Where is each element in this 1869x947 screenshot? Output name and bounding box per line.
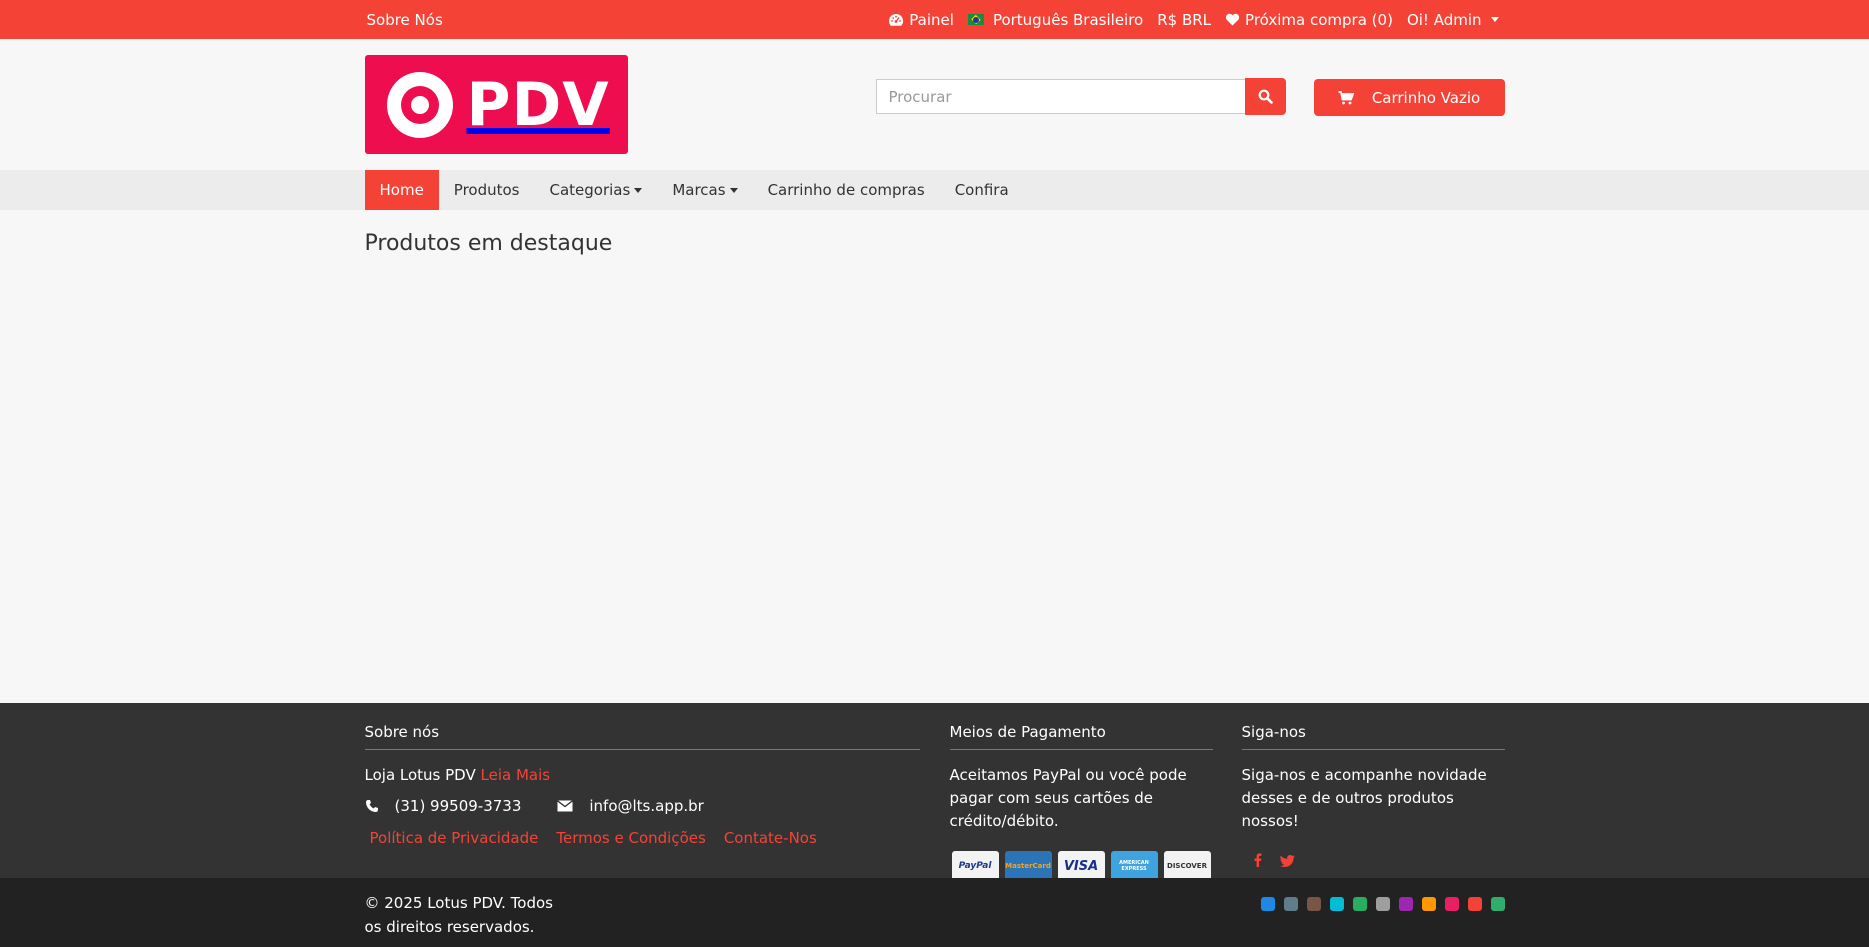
mastercard-card-icon: MasterCard xyxy=(1004,851,1052,881)
color-swatch[interactable] xyxy=(1490,897,1505,911)
shopping-cart-icon xyxy=(1338,90,1354,104)
search-input[interactable] xyxy=(875,79,1245,114)
twitter-link[interactable] xyxy=(1279,853,1295,871)
search-button[interactable] xyxy=(1244,78,1286,115)
language-label: Português Brasileiro xyxy=(992,10,1144,29)
user-label: Oi! Admin xyxy=(1406,10,1482,29)
color-swatch[interactable] xyxy=(1283,897,1298,911)
facebook-link[interactable] xyxy=(1254,853,1262,871)
color-swatch[interactable] xyxy=(1375,897,1390,911)
main-nav: Home Produtos Categorias Marcas Carrinho… xyxy=(0,170,1869,210)
footer-about-section: Sobre nós Loja Lotus PDV Leia Mais (31) … xyxy=(364,723,920,847)
cart-label: Carrinho Vazio xyxy=(1371,88,1481,107)
panel-link[interactable]: Painel xyxy=(888,11,954,29)
amex-card-icon: AMERICAN EXPRESS xyxy=(1110,851,1158,881)
discover-card-icon: DISCOVER xyxy=(1163,851,1211,881)
footer-store-text: Loja Lotus PDV Leia Mais xyxy=(365,764,920,787)
main-content: Produtos em destaque xyxy=(0,210,1869,703)
nav-item-label: Produtos xyxy=(453,181,520,199)
phone-number: (31) 99509-3733 xyxy=(394,797,522,815)
contact-us-link[interactable]: Contate-Nos xyxy=(724,829,817,847)
chevron-down-icon xyxy=(729,187,738,193)
nav-item-products[interactable]: Produtos xyxy=(439,170,535,210)
search-form xyxy=(875,78,1286,115)
language-selector[interactable]: Português Brasileiro xyxy=(967,10,1144,29)
store-name: Loja Lotus PDV xyxy=(364,766,476,784)
brazil-flag-icon xyxy=(967,14,984,25)
facebook-icon xyxy=(1254,853,1261,867)
currency-label: R$ BRL xyxy=(1157,10,1212,29)
lotus-logo-icon xyxy=(386,71,453,138)
color-swatch[interactable] xyxy=(1444,897,1459,911)
twitter-icon xyxy=(1279,855,1295,867)
chevron-down-icon xyxy=(1490,17,1499,22)
contact-info: (31) 99509-3733 info@lts.app.br xyxy=(365,797,920,815)
footer-payment-section: Meios de Pagamento Aceitamos PayPal ou v… xyxy=(949,723,1213,881)
cart-button[interactable]: Carrinho Vazio xyxy=(1313,79,1505,116)
color-swatch[interactable] xyxy=(1467,897,1482,911)
store-logo[interactable]: PDV xyxy=(364,55,628,154)
footer-social-text: Siga-nos e acompanhe novidade desses e d… xyxy=(1241,766,1487,830)
currency-selector[interactable]: R$ BRL xyxy=(1157,11,1211,29)
copyright-text: © 2025 Lotus PDV. Todos os direitos rese… xyxy=(364,894,553,936)
footer-social-section: Siga-nos Siga-nos e acompanhe novidade d… xyxy=(1241,723,1505,871)
color-swatch[interactable] xyxy=(1421,897,1436,911)
nav-item-label: Marcas xyxy=(672,181,726,199)
paypal-card-icon: PayPal xyxy=(951,851,999,881)
wishlist-link[interactable]: Próxima compra (0) xyxy=(1225,11,1393,29)
social-links xyxy=(1242,853,1505,871)
read-more-link[interactable]: Leia Mais xyxy=(481,766,551,784)
footer-payment-text: Aceitamos PayPal ou você pode pagar com … xyxy=(949,766,1187,830)
panel-label: Painel xyxy=(909,10,954,29)
phone-icon xyxy=(365,799,379,813)
dashboard-icon xyxy=(889,13,904,26)
footer-links: Política de Privacidade Termos e Condiçõ… xyxy=(365,829,920,847)
payment-cards: PayPal MasterCard VISA AMERICAN EXPRESS … xyxy=(950,851,1213,881)
about-link[interactable]: Sobre Nós xyxy=(367,11,443,29)
color-swatch[interactable] xyxy=(1260,897,1275,911)
footer: Sobre nós Loja Lotus PDV Leia Mais (31) … xyxy=(0,703,1869,881)
color-swatch[interactable] xyxy=(1352,897,1367,911)
nav-item-label: Carrinho de compras xyxy=(767,181,925,199)
nav-item-checkout[interactable]: Confira xyxy=(940,170,1024,210)
nav-item-brands[interactable]: Marcas xyxy=(657,170,752,210)
chevron-down-icon xyxy=(634,187,643,193)
nav-item-home[interactable]: Home xyxy=(364,170,439,210)
color-swatch[interactable] xyxy=(1306,897,1321,911)
logo-text: PDV xyxy=(466,69,610,140)
page-title: Produtos em destaque xyxy=(364,231,613,256)
color-swatches xyxy=(1260,897,1505,911)
nav-item-label: Home xyxy=(379,181,424,199)
user-menu[interactable]: Oi! Admin xyxy=(1407,11,1499,29)
footer-about-heading: Sobre nós xyxy=(364,723,920,750)
footer-social-heading: Siga-nos xyxy=(1241,723,1505,750)
footer-payment-heading: Meios de Pagamento xyxy=(949,723,1213,750)
terms-link[interactable]: Termos e Condições xyxy=(556,829,705,847)
nav-item-label: Confira xyxy=(954,181,1009,199)
visa-card-icon: VISA xyxy=(1057,851,1105,881)
envelope-icon xyxy=(557,800,574,812)
search-icon xyxy=(1258,89,1273,104)
email-address: info@lts.app.br xyxy=(589,797,704,815)
nav-item-cart[interactable]: Carrinho de compras xyxy=(753,170,940,210)
nav-item-categories[interactable]: Categorias xyxy=(535,170,658,210)
header: PDV Carrinho Vazio xyxy=(0,39,1869,170)
top-bar: Sobre Nós Painel Português Brasileiro R$… xyxy=(0,0,1869,39)
privacy-policy-link[interactable]: Política de Privacidade xyxy=(370,829,539,847)
wishlist-label: Próxima compra (0) xyxy=(1245,10,1393,29)
color-swatch[interactable] xyxy=(1329,897,1344,911)
bottom-bar: © 2025 Lotus PDV. Todos os direitos rese… xyxy=(0,878,1869,947)
nav-item-label: Categorias xyxy=(549,181,631,199)
heart-icon xyxy=(1225,13,1240,26)
color-swatch[interactable] xyxy=(1398,897,1413,911)
